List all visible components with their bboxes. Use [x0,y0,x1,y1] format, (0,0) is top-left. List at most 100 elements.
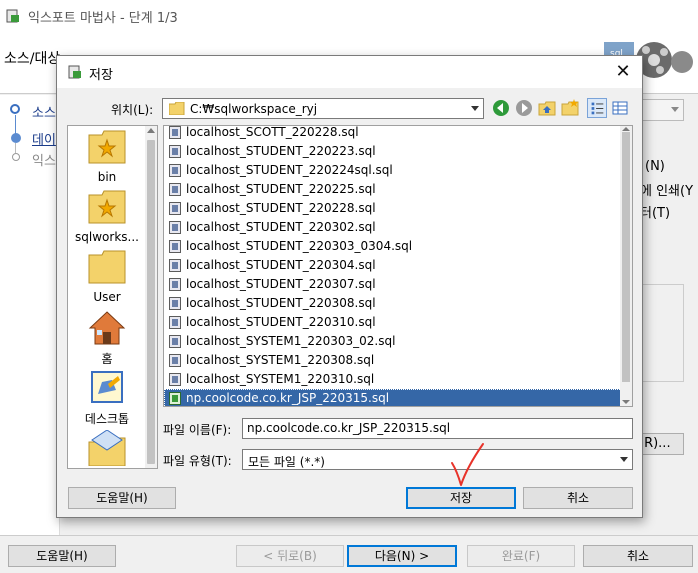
scrollbar-thumb[interactable] [622,132,630,382]
file-list-scrollbar[interactable] [620,126,632,406]
file-row[interactable]: localhost_STUDENT_220225.sql [164,180,622,199]
sql-file-icon [169,392,181,405]
filename-input[interactable]: np.coolcode.co.kr_JSP_220315.sql [242,418,633,439]
file-row[interactable]: localhost_STUDENT_220224sql.sql [164,161,622,180]
filetype-value: 모든 파일 (*.*) [248,455,325,469]
details-view-icon[interactable] [610,98,630,118]
file-row[interactable]: localhost_SYSTEM1_220303_02.sql [164,332,622,351]
desktop-icon [91,371,123,403]
file-name: localhost_STUDENT_220228.sql [186,201,376,215]
checkmark-annotation-icon [451,443,484,486]
folder-icon [169,102,185,115]
place-label: bin [97,170,117,184]
home-icon [88,311,126,345]
file-row[interactable]: localhost_SCOTT_220228.sql [164,125,622,142]
network-folder-icon [88,430,126,466]
filetype-select[interactable]: 모든 파일 (*.*) [242,449,633,470]
wizard-option-1[interactable]: (N) [645,159,665,174]
wizard-cancel-button[interactable]: 취소 [583,545,693,567]
scroll-up-icon[interactable] [622,127,630,131]
save-dialog: 저장 ✕ 위치(L): C:₩sqlworkspace_ryj bin sqlw… [56,55,643,518]
sql-file-icon [169,297,181,310]
save-dialog-titlebar[interactable]: 저장 ✕ [57,56,642,88]
file-name: localhost_STUDENT_220224sql.sql [186,163,393,177]
file-row[interactable]: localhost_STUDENT_220228.sql [164,199,622,218]
forward-icon[interactable] [514,98,534,118]
scroll-up-icon[interactable] [147,128,155,133]
file-row[interactable]: localhost_SYSTEM1_220308.sql [164,351,622,370]
place-network[interactable] [68,430,146,468]
step-connector [15,115,16,135]
wizard-option-2[interactable]: 에 인쇄(Y [640,180,693,199]
file-row-selected[interactable]: np.coolcode.co.kr_JSP_220315.sql [164,389,622,406]
file-row[interactable]: localhost_STUDENT_220302.sql [164,218,622,237]
file-name: localhost_SCOTT_220228.sql [186,125,359,139]
dialog-cancel-button[interactable]: 취소 [523,487,633,509]
sql-file-icon [169,316,181,329]
file-name: np.coolcode.co.kr_JSP_220315.sql [186,391,390,405]
step-label-data[interactable]: 데이 [32,129,56,148]
save-dialog-title: 저장 [89,68,113,83]
places-scrollbar[interactable] [145,126,157,468]
chevron-down-icon [671,107,679,112]
location-combo[interactable]: C:₩sqlworkspace_ryj [162,98,484,119]
wizard-next-button[interactable]: 다음(N) > [347,545,457,567]
sql-file-icon [169,278,181,291]
wizard-footer-divider [0,535,698,536]
file-name: localhost_SYSTEM1_220310.sql [186,372,375,386]
place-label: sqlworks... [75,230,139,244]
sql-file-icon [169,164,181,177]
place-sqlworkspace[interactable]: sqlworks... [68,190,146,248]
wizard-option-3[interactable]: 터(T) [640,202,670,221]
file-name: localhost_SYSTEM1_220308.sql [186,353,375,367]
wizard-back-button[interactable]: < 뒤로(B) [236,545,344,567]
folder-icon [88,250,126,284]
up-folder-icon[interactable] [537,98,557,118]
step-dot-1 [10,104,20,114]
wizard-help-button[interactable]: 도움말(H) [8,545,116,567]
file-name: localhost_STUDENT_220307.sql [186,277,376,291]
new-folder-icon[interactable] [560,98,580,118]
file-row[interactable]: localhost_SYSTEM1_220310.sql [164,370,622,389]
wizard-browse-button[interactable]: (R)... [636,433,684,455]
close-icon[interactable]: ✕ [612,61,634,83]
star-folder-icon [88,190,126,224]
dialog-help-button[interactable]: 도움말(H) [68,487,176,509]
file-row[interactable]: localhost_STUDENT_220223.sql [164,142,622,161]
place-home[interactable]: 홈 [68,310,146,368]
sql-file-icon [169,354,181,367]
wizard-finish-button[interactable]: 완료(F) [467,545,575,567]
sql-file-icon [169,259,181,272]
back-icon[interactable] [491,98,511,118]
place-bin[interactable]: bin [68,130,146,188]
sql-file-icon [169,335,181,348]
sql-developer-icon [68,65,81,79]
scroll-down-icon[interactable] [622,400,630,404]
step-label-source[interactable]: 소스 [32,102,56,121]
file-row[interactable]: localhost_STUDENT_220308.sql [164,294,622,313]
chevron-down-icon [471,106,479,111]
step-dot-3 [12,153,20,161]
chevron-down-icon [620,457,628,462]
file-row[interactable]: localhost_STUDENT_220310.sql [164,313,622,332]
location-value: C:₩sqlworkspace_ryj [190,102,318,116]
place-desktop[interactable]: 데스크톱 [68,370,146,428]
file-row[interactable]: localhost_STUDENT_220303_0304.sql [164,237,622,256]
place-user[interactable]: User [68,250,146,308]
step-connector [15,143,16,153]
file-name: localhost_STUDENT_220303_0304.sql [186,239,413,253]
filetype-label: 파일 유형(T): [163,454,232,468]
filename-label: 파일 이름(F): [163,423,232,437]
place-label: User [93,290,121,304]
file-name: localhost_SYSTEM1_220303_02.sql [186,334,396,348]
save-button[interactable]: 저장 [406,487,516,509]
star-folder-icon [88,130,126,164]
place-label: 데스크톱 [84,412,130,426]
file-name: localhost_STUDENT_220302.sql [186,220,376,234]
wizard-title: 익스포트 마법사 - 단계 1/3 [28,11,178,26]
sql-file-icon [169,373,181,386]
file-row[interactable]: localhost_STUDENT_220304.sql [164,256,622,275]
scrollbar-thumb[interactable] [147,140,155,464]
list-view-icon[interactable] [587,98,607,118]
file-row[interactable]: localhost_STUDENT_220307.sql [164,275,622,294]
